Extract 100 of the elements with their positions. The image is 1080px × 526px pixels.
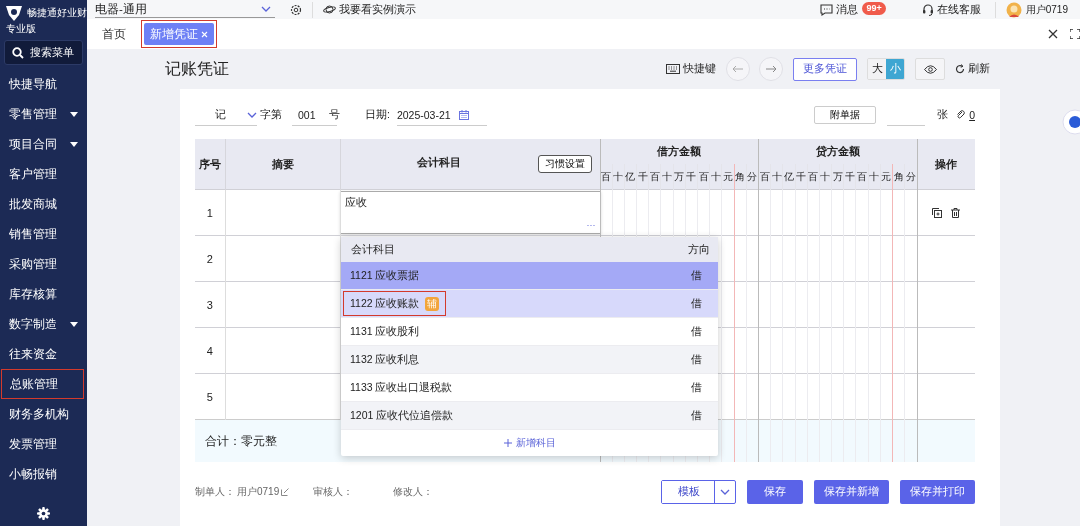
more-vouchers-button[interactable]: 更多凭证 (793, 57, 857, 81)
account-option[interactable]: 1122 应收账款 辅 借 (341, 290, 718, 318)
column-header: 摘要 (225, 139, 340, 190)
sidebar-item[interactable]: 客户管理 (0, 159, 85, 189)
settings-icon[interactable] (290, 3, 302, 16)
digit-header: 分 (746, 164, 759, 190)
date-field[interactable]: 2025-03-21 (396, 108, 451, 121)
plus-icon (503, 439, 512, 447)
attachment-count-link[interactable]: 0 (969, 109, 975, 121)
template-split-button[interactable]: 模板 (661, 480, 736, 504)
chevron-icon (261, 6, 271, 12)
attachment-unit: 张 (937, 108, 949, 122)
row-number: 4 (195, 327, 225, 374)
messages-link[interactable]: 消息 (836, 2, 859, 17)
sidebar-item[interactable]: 小畅报销 (0, 459, 85, 489)
eye-icon (923, 64, 937, 74)
calendar-icon[interactable] (458, 109, 469, 120)
demo-link[interactable]: 我要看实例演示 (339, 2, 416, 17)
chat-icon (820, 3, 834, 16)
refresh-icon (955, 64, 965, 74)
sidebar-item[interactable]: 批发商城 (0, 189, 85, 219)
habit-settings-button[interactable]: 习惯设置 (537, 155, 592, 173)
user-name[interactable]: 用户0719 (1025, 2, 1068, 17)
direction-value: 借 (691, 268, 702, 283)
digit-header: 分 (904, 164, 917, 190)
sidebar-item[interactable]: 快捷导航 (0, 69, 85, 99)
maker-label: 制单人： (195, 485, 235, 499)
headset-icon (921, 3, 934, 16)
save-button[interactable]: 保存并新增 (814, 480, 889, 504)
organization-select[interactable]: 电器-通用 (95, 1, 275, 18)
digit-header: 百 (855, 164, 869, 190)
save-button[interactable]: 保存并打印 (900, 480, 975, 504)
date-label: 日期: (365, 108, 390, 122)
search-icon (12, 46, 24, 59)
planet-icon (323, 4, 336, 15)
account-input-field[interactable]: 应收 ··· (339, 191, 601, 234)
digit-header: 十 (819, 164, 832, 190)
caret-icon (70, 141, 78, 147)
size-toggle[interactable]: 大 (868, 59, 886, 79)
message-count-badge: 99+ (862, 2, 886, 15)
brand-name: 畅捷通好业财 (27, 6, 87, 20)
digit-header: 千 (843, 164, 856, 190)
voucher-suffix: 号 (329, 108, 340, 122)
maker-name: 用户0719 (237, 485, 280, 499)
sidebar-item[interactable]: 零售管理 (0, 99, 85, 129)
column-header: 会计科目 习惯设置 (340, 139, 600, 190)
settings-icon[interactable] (37, 507, 50, 520)
fullscreen-icon[interactable] (1070, 29, 1080, 39)
menu-search[interactable]: 搜索菜单 (4, 40, 83, 65)
delete-icon[interactable] (951, 207, 961, 218)
digit-header: 亿 (624, 164, 637, 190)
page-title: 记账凭证 (165, 58, 229, 79)
sidebar-item[interactable]: 项目合同 (0, 129, 85, 159)
row-number: 2 (195, 235, 225, 282)
sidebar-item[interactable]: 数字制造 (0, 309, 85, 339)
sidebar-item[interactable]: 总账管理 (1, 369, 84, 399)
sidebar-item[interactable]: 采购管理 (0, 249, 85, 279)
account-option[interactable]: 1201 应收代位追偿款 借 (341, 402, 718, 430)
digit-header: 千 (795, 164, 808, 190)
voucher-prefix: 字第 (260, 108, 282, 122)
online-service-link[interactable]: 在线客服 (936, 2, 981, 17)
refresh-link[interactable]: 刷新 (968, 62, 990, 76)
column-header: 借方金额 (600, 139, 759, 164)
digit-header: 百 (648, 164, 661, 190)
voucher-type-select[interactable]: 记 (215, 107, 226, 122)
dropdown-column-header: 方向 (688, 242, 710, 257)
account-option[interactable]: 1121 应收票据 借 (341, 262, 718, 290)
digit-header: 千 (685, 164, 698, 190)
row-number: 1 (195, 189, 225, 236)
add-account-link[interactable]: 新增科目 (503, 436, 556, 450)
account-option[interactable]: 1132 应收利息 借 (341, 346, 718, 374)
auxiliary-tag: 辅 (424, 296, 439, 311)
more-icon[interactable]: ··· (586, 220, 596, 230)
voucher-number-field[interactable]: 001 (298, 108, 316, 121)
account-name: 1131 应收股利 (350, 324, 420, 339)
shortcuts-link[interactable]: 快捷键 (683, 62, 716, 76)
sidebar-item[interactable]: 库存核算 (0, 279, 85, 309)
visibility-button[interactable] (915, 58, 945, 80)
account-name: 1122 应收账款 (350, 296, 420, 311)
copy-icon[interactable] (932, 207, 943, 218)
digit-header: 角 (892, 164, 905, 190)
avatar-icon[interactable] (1005, 1, 1022, 18)
digit-header: 千 (636, 164, 649, 190)
sidebar-item[interactable]: 财务多机构 (0, 399, 85, 429)
digit-header: 万 (831, 164, 844, 190)
sidebar-item[interactable]: 发票管理 (0, 429, 85, 459)
right-arrow-icon (765, 65, 777, 73)
page-tab[interactable]: 首页 (96, 23, 132, 45)
attachments-button[interactable]: 附单据 (814, 106, 877, 124)
close-icon[interactable] (1048, 29, 1058, 39)
sidebar-item[interactable]: 销售管理 (0, 219, 85, 249)
left-arrow-icon (732, 65, 744, 73)
digit-header: 角 (734, 164, 747, 190)
sidebar-item[interactable]: 往来资金 (0, 339, 85, 369)
edit-icon[interactable] (281, 488, 290, 496)
caret-icon (70, 111, 78, 117)
account-name: 1121 应收票据 (350, 268, 420, 283)
save-button[interactable]: 保存 (747, 480, 803, 504)
logo-icon (3, 4, 25, 22)
digit-header: 十 (868, 164, 881, 190)
